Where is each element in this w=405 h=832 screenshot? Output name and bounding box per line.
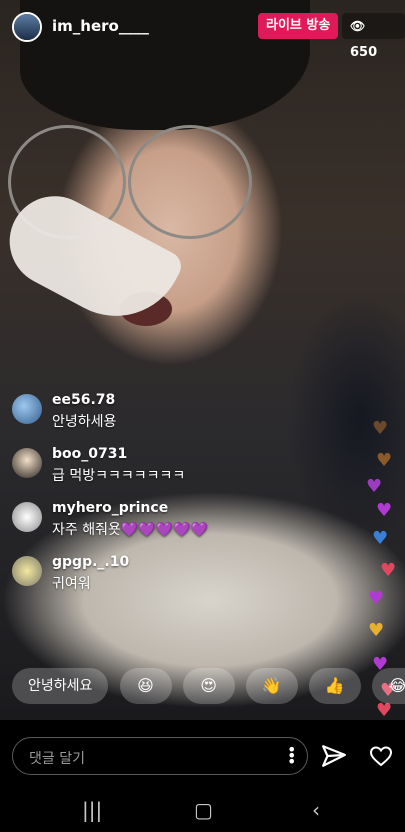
comment-item[interactable]: myhero_prince 자주 해줘욧💜💜💜💜💜: [12, 500, 312, 554]
quick-reply-thumbs-up-emoji[interactable]: 👍: [308, 668, 361, 704]
comment-list: ee56.78 안녕하세용 boo_0731 급 먹방ㅋㅋㅋㅋㅋㅋㅋ myher…: [12, 392, 312, 608]
commenter-avatar[interactable]: [12, 394, 42, 424]
back-icon[interactable]: ‹: [312, 798, 320, 822]
host-username[interactable]: im_hero____: [52, 17, 149, 35]
floating-heart-icon: ♥: [372, 418, 389, 439]
send-icon[interactable]: [321, 743, 347, 769]
comment-text: 급 먹방ㅋㅋㅋㅋㅋㅋㅋ: [52, 468, 186, 484]
top-bar: im_hero____ 라이브 방송 👁 650: [0, 0, 405, 60]
system-nav-bar: ||| ▢ ‹: [0, 790, 405, 832]
eye-icon: 👁: [350, 19, 366, 33]
comment-input[interactable]: 댓글 달기 • • •: [12, 737, 308, 775]
quick-reply-text-chip[interactable]: 안녕하세요: [12, 668, 109, 704]
recent-apps-icon[interactable]: |||: [82, 798, 102, 822]
live-badge: 라이브 방송: [258, 13, 339, 39]
commenter-name[interactable]: boo_0731: [52, 446, 127, 462]
comment-text: 안녕하세용: [52, 414, 117, 430]
commenter-avatar[interactable]: [12, 556, 42, 586]
viewer-count-badge[interactable]: 👁 650: [342, 13, 405, 60]
quick-reply-wave-emoji[interactable]: 👋: [245, 668, 298, 704]
host-avatar[interactable]: [12, 12, 42, 42]
floating-heart-icon: ♥: [368, 588, 385, 609]
comment-composer: 댓글 달기 • • •: [0, 720, 405, 790]
live-video[interactable]: [0, 0, 405, 720]
floating-heart-icon: ♥: [380, 560, 397, 581]
comment-text: 자주 해줘욧💜💜💜💜💜: [52, 522, 209, 538]
commenter-name[interactable]: myhero_prince: [52, 500, 168, 516]
floating-heart-icon: ♥: [376, 500, 393, 521]
quick-reply-laugh-emoji[interactable]: 😆: [119, 668, 172, 704]
comment-text: 귀여워: [52, 576, 91, 592]
video-glasses-right: [128, 125, 252, 239]
floating-heart-icon: ♥: [376, 450, 393, 471]
heart-icon[interactable]: [369, 744, 393, 768]
quick-reply-heart-eyes-emoji[interactable]: 😍: [182, 668, 235, 704]
commenter-name[interactable]: gpgp._.10: [52, 554, 129, 570]
home-icon[interactable]: ▢: [194, 798, 213, 822]
comment-input-placeholder: 댓글 달기: [29, 751, 85, 767]
commenter-avatar[interactable]: [12, 502, 42, 532]
quick-reply-bar: 안녕하세요 😆 😍 👋 👍 😂: [12, 668, 405, 706]
commenter-avatar[interactable]: [12, 448, 42, 478]
floating-heart-icon: ♥: [366, 476, 383, 497]
floating-heart-icon: ♥: [368, 620, 385, 641]
comment-item[interactable]: gpgp._.10 귀여워: [12, 554, 312, 608]
floating-heart-icon: ♥: [372, 528, 389, 549]
quick-reply-joy-emoji[interactable]: 😂: [371, 668, 405, 704]
comment-item[interactable]: ee56.78 안녕하세용: [12, 392, 312, 446]
commenter-name[interactable]: ee56.78: [52, 392, 115, 408]
viewer-count: 650: [350, 45, 378, 60]
more-options-icon[interactable]: • • •: [287, 742, 296, 770]
comment-item[interactable]: boo_0731 급 먹방ㅋㅋㅋㅋㅋㅋㅋ: [12, 446, 312, 500]
